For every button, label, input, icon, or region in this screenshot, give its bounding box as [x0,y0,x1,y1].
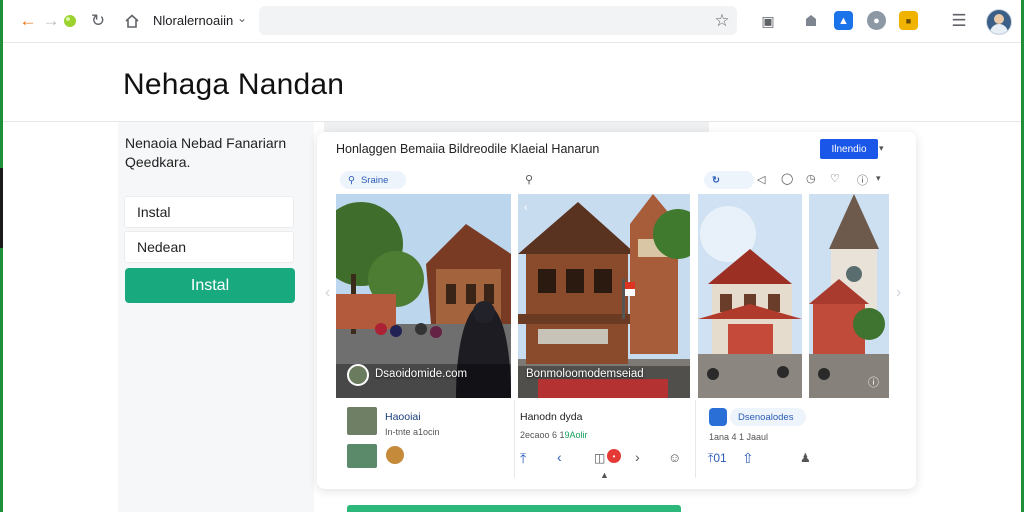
reload-icon[interactable]: ↻ [87,10,109,32]
page-title: Nehaga Nandan [123,68,345,101]
status-dot-icon [59,10,81,32]
chevron-down-icon[interactable]: ⌄ [237,11,247,25]
puzzle-icon[interactable] [800,10,822,32]
chevron-right-icon[interactable]: › [635,449,640,465]
tab-pill-label: Sraine [360,174,389,186]
chevron-down-icon[interactable]: ▾ [876,173,881,184]
extension-orange-icon[interactable]: ■ [899,11,918,30]
heart-icon[interactable]: ♡ [830,172,840,185]
window-edge-left [0,0,3,512]
share-icon[interactable]: ⤒01 [708,451,727,466]
emoji-icon[interactable]: ☺ [668,450,681,465]
tag-icon: ⚲ [348,174,355,186]
panel2-sub-green: 9Aolir [564,430,588,440]
install-button[interactable]: Instal [125,268,295,303]
cast-icon[interactable]: ▣ [757,10,779,32]
gallery-photo-3[interactable] [698,194,802,398]
panel2-subtext: 2ecaoo 6 19Aolir [520,430,588,440]
author-name[interactable]: Haooiai [385,411,421,423]
profile-avatar[interactable] [986,9,1012,35]
name-field[interactable]: Nedean [124,231,294,263]
info-icon[interactable]: ⓘ [857,172,868,188]
app-icon[interactable] [709,408,727,426]
window-edge-mark [0,168,3,248]
panel-divider [695,400,696,478]
chevron-down-icon[interactable]: ▾ [879,143,884,154]
panel3-pill[interactable]: ↻ [704,171,754,189]
address-bar[interactable] [259,6,737,35]
panel3-name: Dsenoalodes [738,411,794,423]
clock-icon[interactable]: ◷ [806,172,816,185]
carousel-next-icon[interactable]: › [896,284,901,302]
reading-list-icon[interactable]: ☰ [948,10,970,32]
extension-gray-icon[interactable]: ● [867,11,886,30]
chevron-left-icon[interactable]: ‹ [557,449,562,465]
back-icon[interactable]: ← [17,10,39,32]
extension-blue-icon[interactable]: ▲ [834,11,853,30]
browser-toolbar: ← → ↻ Nloralernoaiin ⌄ ☆ ▣ ▲ ● ■ ☰ [3,0,1021,43]
send-icon[interactable]: ◁ [757,173,765,186]
tab-pill-left[interactable]: ⚲ Sraine [340,171,406,189]
photo-2-caption: Bonmoloomodemseiad [526,368,644,380]
gallery-photo-4[interactable] [809,194,889,398]
panel2-title: Hanodn dyda [520,411,583,423]
chevron-left-icon[interactable]: ‹ [524,202,528,214]
bottom-progress-bar [347,505,681,512]
card-title: Honlaggen Bemaiia Bildreodile Klaeial Ha… [336,142,600,156]
circle-icon[interactable]: ◯ [781,172,793,185]
author-subtext: In-tnte a1ocin [385,427,440,437]
panel3-name-pill[interactable]: Dsenoalodes [730,408,806,426]
comment-icon[interactable]: ◫ [594,451,605,465]
sidebar-description: Nenaoia Nebad Fanariarn Qeedkara. [125,135,287,170]
photo-1-caption: Dsaoidomide.com [375,368,468,380]
site-selector-label[interactable]: Nloralernoaiin [153,13,233,28]
person-icon[interactable]: ♟ [800,451,811,465]
like-icon[interactable]: ⤒ [520,450,526,467]
refresh-icon: ↻ [712,174,720,186]
carousel-prev-icon[interactable]: ‹ [325,284,330,302]
reaction-icon[interactable] [386,446,404,464]
photo-thumbnail[interactable] [347,444,377,468]
notification-badge-mark: • [612,451,616,461]
home-icon[interactable] [121,10,143,32]
share-count: 01 [713,451,727,465]
tag-icon[interactable]: ⚲ [525,173,533,186]
card-action-button[interactable]: Ilnendio [820,139,878,159]
panel2-sub-prefix: 2ecaoo 6 1 [520,430,565,440]
star-icon[interactable]: ☆ [711,10,733,32]
left-sidebar [118,122,314,512]
chevron-up-icon[interactable]: ▲ [600,470,609,480]
panel3-subtext: 1ana 4 1 Jaaul [709,432,769,442]
panel-divider [514,400,515,478]
info-icon[interactable]: ⓘ [868,374,879,390]
card-top-shadow [324,122,709,132]
upload-icon[interactable]: ⇧ [742,450,754,467]
author-thumbnail[interactable] [347,407,377,435]
install-field[interactable]: Instal [124,196,294,228]
uploader-avatar[interactable] [347,364,369,386]
notification-badge: • [607,449,621,463]
